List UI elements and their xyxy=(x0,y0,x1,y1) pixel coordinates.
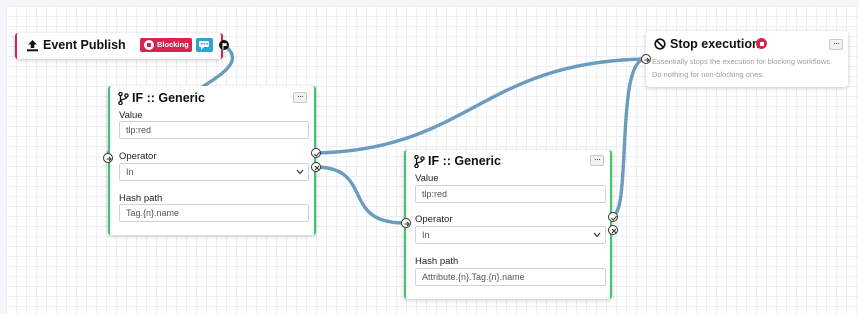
stop-execution-description-1: Essentially stops the execution for bloc… xyxy=(652,57,833,66)
stop-circle-icon xyxy=(756,38,767,49)
blocking-badge: Blocking xyxy=(140,38,192,52)
hash-path-input[interactable]: Tag.{n}.name xyxy=(119,204,309,222)
if-generic-title: IF :: Generic xyxy=(428,154,501,168)
x-icon xyxy=(611,228,617,234)
branch-icon xyxy=(414,154,425,173)
hash-path-label: Hash path xyxy=(415,256,459,267)
value-label: Value xyxy=(119,110,143,121)
stop-execution-description-2: Do nothing for non-blocking ones. xyxy=(652,70,765,79)
input-port[interactable] xyxy=(103,153,113,163)
upload-icon xyxy=(26,39,39,57)
x-icon xyxy=(314,165,320,171)
check-icon xyxy=(314,151,321,157)
input-port[interactable] xyxy=(641,54,651,64)
blocking-badge-label: Blocking xyxy=(157,40,189,49)
chevron-down-icon xyxy=(593,232,601,238)
operator-label: Operator xyxy=(415,214,453,225)
value-input[interactable]: tlp:red xyxy=(415,185,606,203)
output-port-true[interactable] xyxy=(311,148,321,158)
chevron-down-icon xyxy=(296,169,304,175)
operator-select[interactable]: In xyxy=(415,226,606,244)
ban-icon xyxy=(654,37,666,55)
output-port-true[interactable] xyxy=(608,212,618,222)
node-menu-button[interactable]: ··· xyxy=(590,155,604,166)
operator-select-value: In xyxy=(422,230,430,240)
arrow-right-icon xyxy=(106,156,112,162)
arrow-right-icon xyxy=(404,221,410,227)
arrow-right-icon xyxy=(644,57,650,63)
if-generic-title: IF :: Generic xyxy=(132,91,205,105)
value-input[interactable]: tlp:red xyxy=(119,121,309,139)
branch-icon xyxy=(118,91,129,110)
event-publish-node[interactable]: Event Publish Blocking xyxy=(15,33,229,59)
stop-execution-title: Stop execution xyxy=(670,37,760,51)
node-menu-button[interactable]: ··· xyxy=(293,92,307,103)
output-port-false[interactable] xyxy=(608,225,618,235)
operator-label: Operator xyxy=(119,151,157,162)
node-menu-button[interactable]: ··· xyxy=(829,39,843,50)
stop-icon xyxy=(144,40,154,50)
output-port-flag[interactable] xyxy=(219,40,229,50)
operator-select-value: In xyxy=(126,167,134,177)
value-label: Value xyxy=(415,173,439,184)
flag-icon xyxy=(222,43,228,50)
output-port-false[interactable] xyxy=(311,162,321,172)
hash-path-input[interactable]: Attribute.{n}.Tag.{n}.name xyxy=(415,268,606,286)
stop-execution-node[interactable]: Stop execution ··· Essentially stops the… xyxy=(641,31,848,87)
if-generic-node-2[interactable]: IF :: Generic ··· Value tlp:red Operator… xyxy=(401,150,618,299)
hash-path-label: Hash path xyxy=(119,193,163,204)
check-icon xyxy=(611,215,618,221)
operator-select[interactable]: In xyxy=(119,163,309,181)
if-generic-node-1[interactable]: IF :: Generic ··· Value tlp:red Operator… xyxy=(103,86,321,235)
input-port[interactable] xyxy=(401,218,411,228)
event-publish-title: Event Publish xyxy=(43,38,126,52)
chat-icon[interactable] xyxy=(196,38,213,52)
